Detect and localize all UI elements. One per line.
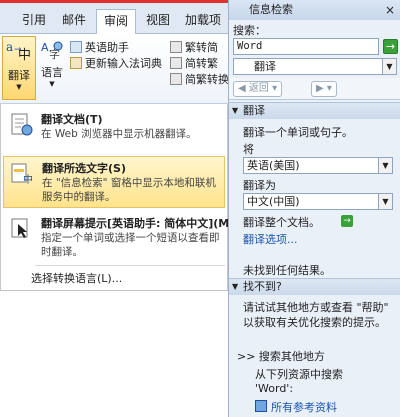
language-button[interactable]: A 字 语言 ▼	[38, 38, 66, 98]
menu-item-title: 翻译屏幕提示[英语助手: 简体中文](M)	[41, 217, 235, 230]
svg-text:中: 中	[23, 173, 33, 185]
to-label: 翻译为	[243, 179, 276, 192]
back-label: 返回	[248, 83, 269, 94]
translate-button[interactable]: a → 中 翻译 ▼	[2, 36, 36, 100]
pane-nav-bar: ◀ 返回 ▾ ▶ ▾	[229, 78, 400, 100]
svg-text:中: 中	[18, 48, 31, 63]
close-icon[interactable]: ×	[385, 0, 395, 20]
not-found-section-header[interactable]: ▼ 找不到?	[229, 278, 400, 295]
back-button[interactable]: ◀ 返回 ▾	[233, 81, 283, 97]
translate-button-label: 翻译	[8, 69, 30, 82]
simp-trad-convert-icon	[170, 73, 182, 85]
research-pane: 信息检索 × 搜索： Word → 翻译 ▼ ◀ 返回 ▾ ▶ ▾ ▼ 翻译 翻…	[228, 0, 400, 417]
not-found-section-title: 找不到?	[243, 280, 282, 293]
menu-item-desc: 在 Web 浏览器中显示机器翻译。	[41, 128, 197, 140]
menu-item-title: 翻译文档(T)	[41, 113, 103, 126]
pane-title-bar: 信息检索 ×	[229, 0, 400, 20]
chevron-down-icon: ▾	[326, 83, 332, 94]
all-references-link[interactable]: 所有参考资料	[271, 399, 337, 415]
search-term-label: 'Word':	[255, 382, 294, 395]
english-assistant-icon	[70, 41, 82, 53]
collapse-triangle-icon: ▼	[232, 106, 239, 115]
search-other-places[interactable]: >> 搜索其他地方	[237, 348, 325, 364]
ribbon-area: 引用 邮件 审阅 视图 加载项 a → 中 翻译 ▼ A 字 语言 ▼ 英语助手…	[0, 0, 234, 417]
from-language-value: 英语(美国)	[247, 159, 300, 172]
menu-item-translate-selection[interactable]: 中 翻译所选文字(S) 在 "信息检索" 窗格中显示本地和联机服务中的翻译。	[3, 156, 225, 208]
chevron-down-icon: ▼	[16, 83, 22, 91]
chevron-down-icon: ▼	[378, 158, 392, 173]
trad-to-simp-button[interactable]: 繁转简	[170, 40, 218, 56]
translate-section-header[interactable]: ▼ 翻译	[229, 102, 400, 119]
translate-doc-go-icon[interactable]: →	[341, 215, 353, 227]
translate-menu: 翻译文档(T) 在 Web 浏览器中显示机器翻译。 中 翻译所选文字(S) 在 …	[0, 104, 234, 291]
dictionary-icon	[70, 57, 82, 69]
menu-item-title: 翻译所选文字(S)	[42, 162, 126, 175]
selection-translate-icon: 中	[11, 163, 33, 185]
update-ime-dictionary-label: 更新输入法词典	[85, 57, 162, 70]
chevron-down-icon: ▼	[382, 59, 396, 74]
simp-to-trad-label: 简转繁	[185, 57, 218, 70]
forward-arrow-icon: ▶	[316, 83, 324, 94]
chevron-down-icon: ▼	[378, 194, 392, 209]
search-input[interactable]: Word	[233, 38, 379, 55]
search-label: 搜索：	[233, 24, 266, 37]
chevron-down-icon: ▾	[272, 83, 278, 94]
tab-mailings[interactable]: 邮件	[56, 9, 92, 34]
tab-view[interactable]: 视图	[140, 9, 176, 34]
translate-icon: a → 中	[6, 40, 31, 63]
search-go-button[interactable]: →	[383, 39, 398, 54]
translate-section-title: 翻译	[243, 104, 265, 117]
simp-trad-convert-label: 简繁转换	[185, 73, 229, 86]
back-arrow-icon: ◀	[238, 83, 246, 94]
to-language-select[interactable]: 中文(中国) ▼	[243, 193, 393, 210]
svg-text:a: a	[6, 40, 13, 54]
no-results-text: 未找到任何结果。	[243, 264, 331, 277]
go-arrow-icon: →	[385, 40, 396, 53]
menu-item-translate-screentip[interactable]: 翻译屏幕提示[英语助手: 简体中文](M) 指定一个单词或选择一个短语以查看即时…	[3, 212, 234, 260]
simp-trad-convert-button[interactable]: 简繁转换	[170, 72, 229, 88]
tab-review[interactable]: 审阅	[96, 9, 136, 35]
translate-options-link[interactable]: 翻译选项...	[243, 231, 298, 247]
collapse-triangle-icon: ▼	[232, 282, 239, 291]
menu-item-translate-document[interactable]: 翻译文档(T) 在 Web 浏览器中显示机器翻译。	[3, 108, 225, 152]
tab-addins[interactable]: 加载项	[180, 9, 226, 34]
service-select-value: 翻译	[254, 60, 276, 73]
ribbon-tabbar: 引用 邮件 审阅 视图 加载项	[0, 3, 228, 35]
update-ime-dictionary-button[interactable]: 更新输入法词典	[70, 56, 162, 72]
menu-item-desc: 在 "信息检索" 窗格中显示本地和联机服务中的翻译。	[42, 177, 216, 203]
tab-references[interactable]: 引用	[16, 9, 52, 34]
language-button-label: 语言	[41, 66, 63, 79]
reference-book-icon	[255, 400, 267, 412]
help-text: 请试试其他地方或查看 "帮助" 以获取有关优化搜索的提示。	[243, 301, 389, 329]
pane-title: 信息检索	[249, 3, 293, 16]
svg-text:A: A	[41, 41, 49, 54]
english-assistant-button[interactable]: 英语助手	[70, 40, 129, 56]
ribbon-body: a → 中 翻译 ▼ A 字 语言 ▼ 英语助手 更新输入法词典 繁转简 简转繁…	[0, 34, 229, 104]
menu-item-choose-language[interactable]: 选择转换语言(L)...	[31, 270, 122, 286]
simp-to-trad-icon	[170, 57, 182, 69]
trad-to-simp-icon	[170, 41, 182, 53]
from-language-select[interactable]: 英语(美国) ▼	[243, 157, 393, 174]
from-label: 将	[243, 143, 254, 156]
language-icon: A 字	[41, 41, 63, 61]
forward-button[interactable]: ▶ ▾	[311, 81, 337, 97]
screentip-translate-icon	[11, 218, 28, 238]
document-translate-icon	[11, 113, 33, 136]
menu-item-desc: 指定一个单词或选择一个短语以查看即时翻译。	[41, 232, 220, 258]
chevron-down-icon: ▼	[49, 80, 55, 88]
trad-to-simp-label: 繁转简	[185, 41, 218, 54]
simp-to-trad-button[interactable]: 简转繁	[170, 56, 218, 72]
translate-hint: 翻译一个单词或句子。	[243, 126, 353, 139]
to-language-value: 中文(中国)	[247, 195, 300, 208]
translate-whole-doc-link[interactable]: 翻译整个文档。	[243, 214, 320, 230]
service-select[interactable]: 翻译 ▼	[233, 58, 397, 75]
search-from-resources-label: 从下列资源中搜索	[255, 368, 343, 381]
english-assistant-label: 英语助手	[85, 41, 129, 54]
menu-separator	[35, 265, 225, 266]
